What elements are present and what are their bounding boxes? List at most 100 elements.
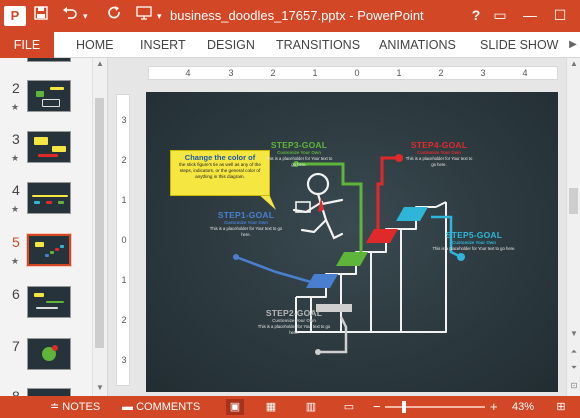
scrollbar-thumb[interactable] [95, 98, 104, 348]
reading-view-icon[interactable]: ▥ [302, 399, 320, 415]
slide-thumbnail-image[interactable] [27, 131, 71, 163]
scroll-up-icon[interactable]: ▲ [567, 58, 580, 70]
comment-icon: ▬ [122, 401, 133, 413]
slide-thumbnail-pane: 2 ★ 3 ★ 4 ★ 5 ★ 6 7 8 ▲ ▼ [0, 58, 108, 396]
animation-star-icon: ★ [11, 102, 20, 112]
goal-title: STEP5-GOAL [445, 230, 503, 240]
redo-icon[interactable] [108, 6, 122, 26]
thumbnail-slide-6[interactable]: 6 [0, 286, 92, 334]
document-title: business_doodles_17657.pptx - PowerPoint [170, 8, 424, 23]
tab-insert[interactable]: INSERT [140, 32, 186, 58]
start-from-beginning-icon[interactable] [136, 6, 152, 26]
slide-show-icon[interactable]: ▭ [340, 399, 358, 415]
ruler-number: 2 [121, 315, 127, 325]
ribbon-tabs: FILE HOME INSERT DESIGN TRANSITIONS ANIM… [0, 32, 580, 58]
fit-slide-icon[interactable]: ⊡ [567, 380, 580, 392]
scroll-up-icon[interactable]: ▲ [93, 58, 107, 70]
slide-thumbnail-image[interactable] [26, 233, 72, 267]
ribbon-display-options-button[interactable]: ▭ [488, 4, 512, 26]
tip-callout-box[interactable]: Change the color of the stick figure's t… [170, 150, 270, 196]
ruler-number: 0 [121, 235, 127, 245]
zoom-in-button[interactable]: + [490, 396, 498, 418]
slide-thumbnail-image[interactable] [27, 182, 71, 214]
goal-title: STEP2-GOAL [265, 308, 323, 318]
tab-home[interactable]: HOME [76, 32, 114, 58]
step1-connector [235, 255, 312, 284]
thumbnail-slide-5[interactable]: 5 ★ [0, 233, 92, 282]
ruler-number: 0 [354, 68, 360, 78]
customize-toolbar-icon[interactable]: ▾ [157, 6, 162, 26]
ruler-number: 2 [438, 68, 444, 78]
step3-goal-text[interactable]: STEP3-GOAL Customize Your Own This is a … [264, 140, 334, 167]
thumbnail-slide-1[interactable] [0, 58, 92, 66]
thumbnail-scrollbar[interactable]: ▲ ▼ [92, 58, 106, 396]
tab-transitions[interactable]: TRANSITIONS [276, 32, 360, 58]
step2-goal-text[interactable]: STEP2-GOAL Customize Your Own This is a … [256, 308, 332, 335]
tabs-scroll-right-icon[interactable]: ▶ [566, 32, 580, 58]
step5-indicator-dot [457, 253, 465, 261]
scrollbar-thumb[interactable] [569, 188, 578, 214]
goal-body: This is a placeholder for Your text to g… [257, 324, 331, 335]
comments-button[interactable]: ▬ COMMENTS [122, 396, 200, 418]
maximize-button[interactable]: ☐ [548, 4, 572, 26]
fit-to-window-icon[interactable]: ⊞ [552, 399, 570, 415]
tab-file[interactable]: FILE [0, 32, 54, 58]
previous-slide-icon[interactable]: ⏶ [567, 346, 580, 358]
scroll-down-icon[interactable]: ▼ [567, 328, 580, 340]
slide-number: 5 [12, 234, 20, 250]
slide-number: 7 [12, 338, 20, 354]
ruler-number: 3 [121, 355, 127, 365]
zoom-slider[interactable] [385, 406, 485, 408]
step5-block[interactable] [396, 207, 428, 221]
step4-goal-text[interactable]: STEP4-GOAL Customize Your Own This is a … [404, 140, 474, 167]
help-button[interactable]: ? [464, 4, 488, 26]
thumbnail-slide-7[interactable]: 7 [0, 338, 92, 386]
normal-view-icon[interactable]: ▣ [226, 399, 244, 415]
stick-figure[interactable] [292, 172, 344, 240]
undo-icon[interactable] [62, 6, 78, 26]
next-slide-icon[interactable]: ⏷ [567, 362, 580, 374]
slide-scrollbar[interactable]: ▲ ▼ ⏶ ⏷ ⊡ [566, 58, 580, 396]
animation-star-icon: ★ [11, 204, 20, 214]
step4-connector [376, 156, 399, 229]
thumbnail-slide-2[interactable]: 2 ★ [0, 80, 92, 128]
step4-indicator-dot [395, 154, 403, 162]
slide-thumbnail-image[interactable] [27, 338, 71, 370]
goal-body: This is a placeholder for Your text to g… [405, 156, 473, 167]
tab-slide-show[interactable]: SLIDE SHOW [480, 32, 559, 58]
step1-goal-text[interactable]: STEP1-GOAL Customize Your Own This is a … [208, 210, 284, 237]
tab-animations[interactable]: ANIMATIONS [379, 32, 456, 58]
slide-thumbnail-image[interactable] [27, 58, 71, 62]
slide-sorter-icon[interactable]: ▦ [262, 399, 280, 415]
step1-indicator-dot [233, 254, 239, 260]
slide-canvas[interactable]: Change the color of the stick figure's t… [146, 92, 558, 392]
slide-thumbnail-image[interactable] [27, 286, 71, 318]
slide-thumbnail-image[interactable] [27, 388, 71, 396]
slide-number: 3 [12, 131, 20, 147]
notes-button[interactable]: ≐ NOTES [50, 396, 100, 418]
step5-goal-text[interactable]: STEP5-GOAL Customize Your Own This is a … [432, 230, 516, 252]
ruler-number: 4 [522, 68, 528, 78]
step4-block[interactable] [366, 229, 398, 243]
save-icon[interactable] [34, 6, 48, 26]
thumbnail-slide-8[interactable]: 8 [0, 388, 92, 396]
tab-design[interactable]: DESIGN [207, 32, 255, 58]
minimize-button[interactable]: — [518, 4, 542, 26]
goal-title: STEP3-GOAL [270, 140, 328, 150]
thumbnail-slide-4[interactable]: 4 ★ [0, 182, 92, 230]
scroll-down-icon[interactable]: ▼ [93, 382, 107, 394]
callout-title: Change the color of [184, 153, 256, 162]
undo-dropdown-icon[interactable]: ▾ [83, 6, 88, 26]
slide-number: 6 [12, 286, 20, 302]
comments-label: COMMENTS [136, 401, 201, 413]
zoom-level[interactable]: 43% [512, 396, 534, 418]
title-bar: P ▾ ▾ business_doodles_17657.pptx - Powe… [0, 0, 580, 32]
ruler-number: 1 [312, 68, 318, 78]
zoom-slider-thumb[interactable] [402, 401, 406, 413]
thumbnail-slide-3[interactable]: 3 ★ [0, 131, 92, 179]
zoom-out-button[interactable]: − [373, 396, 381, 418]
step3-block[interactable] [336, 252, 368, 266]
notes-label: NOTES [62, 401, 101, 413]
slide-thumbnail-image[interactable] [27, 80, 71, 112]
ruler-number: 1 [121, 195, 127, 205]
